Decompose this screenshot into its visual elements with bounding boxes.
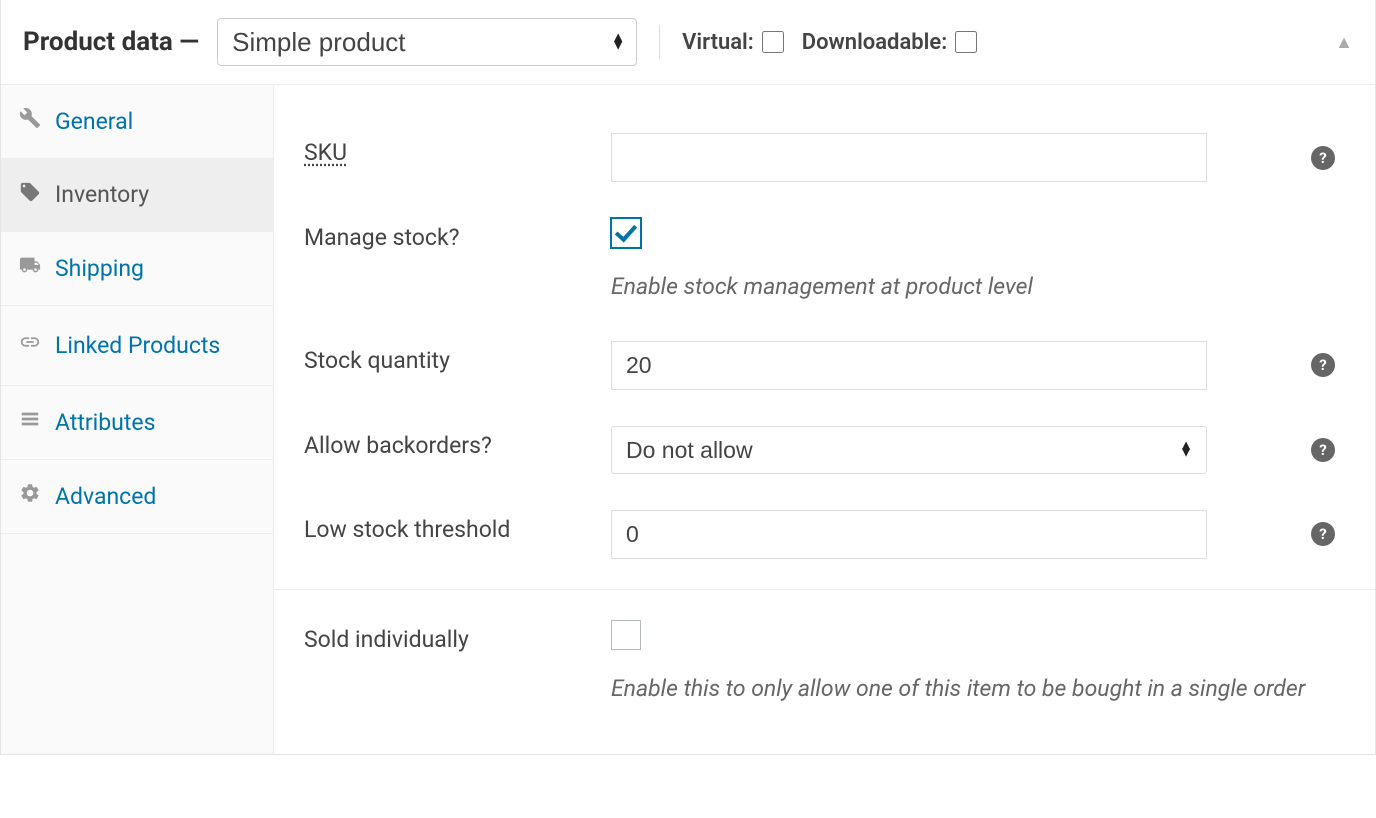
stock-quantity-input[interactable] [611,341,1207,390]
tab-attributes-link[interactable]: Attributes [1,386,273,459]
tab-advanced: Advanced [1,460,273,534]
sku-label: SKU [304,133,599,166]
stock-quantity-field: ? [611,341,1335,390]
sku-input[interactable] [611,133,1207,182]
product-data-panel: Product data — Simple product ▲▼ Virtual… [0,0,1376,755]
downloadable-option[interactable]: Downloadable: [802,30,977,55]
low-stock-row: Low stock threshold ? [304,492,1335,577]
tab-shipping-link[interactable]: Shipping [1,232,273,305]
tab-linked-products-label: Linked Products [55,328,220,364]
inventory-content: SKU ? Manage stock? Enable stock managem… [274,85,1375,754]
downloadable-checkbox[interactable] [955,31,977,53]
manage-stock-field: Enable stock management at product level [611,218,1335,305]
sold-individually-field: Enable this to only allow one of this it… [611,620,1335,707]
panel-body: General Inventory Shipping [1,85,1375,754]
tab-general: General [1,85,273,159]
sold-individually-checkbox[interactable] [611,620,641,650]
header-divider [659,25,660,59]
product-type-select-wrap: Simple product ▲▼ [217,18,637,66]
gear-icon [19,482,41,511]
tab-shipping-label: Shipping [55,255,144,283]
low-stock-input[interactable] [611,510,1207,559]
sku-row: SKU ? [304,115,1335,200]
manage-stock-description: Enable stock management at product level [611,270,1335,305]
tab-advanced-label: Advanced [55,483,156,511]
section-divider [274,589,1375,590]
downloadable-label: Downloadable: [802,30,947,55]
tab-inventory-link[interactable]: Inventory [1,159,273,232]
help-icon[interactable]: ? [1311,353,1335,377]
low-stock-field: ? [611,510,1335,559]
collapse-toggle-icon[interactable]: ▲ [1335,32,1353,53]
allow-backorders-row: Allow backorders? Do not allow ▲▼ ? [304,408,1335,492]
sold-individually-row: Sold individually Enable this to only al… [304,602,1335,725]
sold-individually-label: Sold individually [304,620,599,653]
help-icon[interactable]: ? [1311,438,1335,462]
wrench-icon [19,107,41,136]
allow-backorders-select[interactable]: Do not allow [611,426,1207,474]
list-icon [19,408,41,437]
tab-shipping: Shipping [1,232,273,306]
sold-individually-description: Enable this to only allow one of this it… [611,672,1335,707]
allow-backorders-field: Do not allow ▲▼ ? [611,426,1335,474]
tab-attributes: Attributes [1,386,273,460]
tab-advanced-link[interactable]: Advanced [1,460,273,533]
manage-stock-label: Manage stock? [304,218,599,251]
tab-general-link[interactable]: General [1,85,273,158]
virtual-checkbox[interactable] [762,31,784,53]
tab-inventory: Inventory [1,159,273,233]
virtual-option[interactable]: Virtual: [682,30,784,55]
stock-quantity-row: Stock quantity ? [304,323,1335,408]
low-stock-label: Low stock threshold [304,510,599,543]
virtual-label: Virtual: [682,30,754,55]
link-icon [19,331,41,360]
tab-linked-products-link[interactable]: Linked Products [1,306,273,386]
panel-header: Product data — Simple product ▲▼ Virtual… [1,0,1375,85]
tab-general-label: General [55,108,133,136]
stock-quantity-label: Stock quantity [304,341,599,374]
manage-stock-checkbox[interactable] [611,218,641,248]
help-icon[interactable]: ? [1311,522,1335,546]
tab-inventory-label: Inventory [55,181,149,209]
product-data-tabs: General Inventory Shipping [1,85,274,754]
truck-icon [19,254,41,283]
tab-linked-products: Linked Products [1,306,273,387]
sku-field: ? [611,133,1335,182]
manage-stock-row: Manage stock? Enable stock management at… [304,200,1335,323]
allow-backorders-label: Allow backorders? [304,426,599,459]
tag-icon [19,181,41,210]
tab-attributes-label: Attributes [55,409,155,437]
product-type-select[interactable]: Simple product [217,18,637,66]
help-icon[interactable]: ? [1311,146,1335,170]
panel-title: Product data — [23,27,199,57]
